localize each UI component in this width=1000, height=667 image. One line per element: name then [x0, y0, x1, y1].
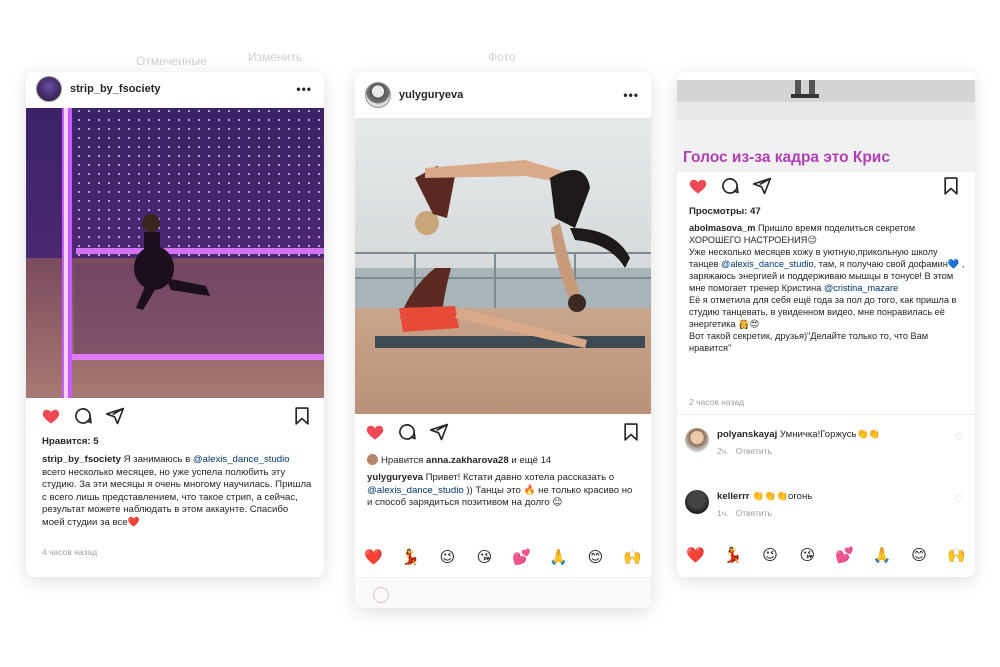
caption-username[interactable]: yulyguryeva [367, 472, 423, 483]
liked-by-text: Нравится [381, 455, 426, 466]
post-caption: abolmasova_m Пришло время поделиться сек… [689, 222, 965, 354]
reaction-dancer[interactable]: 💃 [722, 546, 744, 564]
avatar[interactable] [365, 82, 391, 108]
ghost-edit-button: Изменить [248, 50, 303, 64]
yoga-photo-art [355, 118, 651, 414]
share-icon[interactable] [429, 422, 449, 442]
more-options-icon[interactable]: ••• [296, 82, 312, 96]
comment-username[interactable]: kellerrr [717, 491, 750, 502]
post-photo[interactable] [26, 108, 324, 398]
bookmark-icon[interactable] [621, 422, 641, 442]
post-photo[interactable] [355, 118, 651, 414]
bookmark-icon[interactable] [941, 176, 961, 196]
liked-by-text: и ещё 14 [508, 455, 552, 466]
comment-like-icon[interactable]: ♡ [954, 494, 963, 505]
ghost-title-middle: Фото [488, 50, 516, 64]
like-heart-icon[interactable] [688, 176, 708, 196]
post-card-left: strip_by_fsociety ••• Нравится: 5 strip_… [26, 72, 324, 577]
post-username[interactable]: yulyguryeva [399, 89, 623, 101]
caption-text: Привет! Кстати давно хотела рассказать о [423, 472, 615, 483]
reaction-wink[interactable]: 😉 [437, 548, 459, 566]
caption-text: Вот такой секретик, друзья)"Делайте толь… [689, 331, 929, 353]
ghost-title-left: Отмеченные [136, 54, 207, 68]
comment-age: 1ч. [717, 508, 729, 518]
comment-body: polyanskayaj Умничка!Горжусь👏👏 2ч. Ответ… [717, 428, 937, 458]
comment-avatar[interactable] [685, 428, 709, 452]
liked-by[interactable]: Нравится anna.zakharova28 и ещё 14 [367, 454, 647, 468]
reaction-pray[interactable]: 🙏 [548, 548, 570, 566]
post-card-right: Голос из-за кадра это Крис Просмотры: 47… [677, 72, 975, 577]
divider [677, 414, 975, 415]
comment-meta: 1ч. Ответить [717, 507, 937, 520]
reaction-heart[interactable]: ❤️ [685, 546, 707, 564]
caption-username[interactable]: strip_by_fsociety [42, 454, 121, 465]
caption-mention[interactable]: @alexis_dance_studio [193, 454, 290, 465]
reaction-wink[interactable]: 😉 [759, 546, 781, 564]
like-heart-icon[interactable] [365, 422, 385, 442]
reply-button[interactable]: Ответить [736, 446, 772, 456]
reaction-kiss[interactable]: 😘 [474, 548, 496, 566]
comment-like-icon[interactable]: ♡ [954, 432, 963, 443]
comment-meta: 2ч. Ответить [717, 445, 937, 458]
post-header: yulyguryeva ••• [355, 80, 651, 110]
post-card-middle: yulyguryeva ••• Нравится anna.zakharova2… [355, 72, 651, 608]
liked-by-avatar [367, 454, 378, 465]
post-timestamp: 4 часов назад [42, 547, 98, 557]
action-bar [355, 422, 651, 446]
comment-icon[interactable] [73, 406, 93, 426]
caption-text: Её я отметила для себя ещё года за пол д… [689, 295, 957, 329]
comment-avatar[interactable] [685, 490, 709, 514]
post-caption: yulyguryeva Привет! Кстати давно хотела … [367, 472, 639, 510]
share-icon[interactable] [752, 176, 772, 196]
reaction-smile[interactable]: 😊 [585, 548, 607, 566]
view-count[interactable]: Просмотры: 47 [689, 206, 761, 219]
reaction-smile[interactable]: 😊 [908, 546, 930, 564]
more-options-icon[interactable]: ••• [623, 88, 639, 102]
reaction-dancer[interactable]: 💃 [400, 548, 422, 566]
post-header: strip_by_fsociety ••• [26, 74, 324, 104]
action-bar [677, 176, 975, 200]
caption-mention[interactable]: @alexis_dance_studio [721, 259, 814, 269]
action-bar [26, 406, 324, 430]
comment-age: 2ч. [717, 446, 729, 456]
avatar[interactable] [36, 76, 62, 102]
comment-item: kellerrr 👏👏👏огонь 1ч. Ответить ♡ [685, 490, 967, 534]
caption-text: Я занимаюсь в [120, 454, 193, 465]
quick-reaction-bar: ❤️ 💃 😉 😘 💕 🙏 😊 🙌 [355, 544, 651, 570]
comment-input-bar[interactable] [355, 577, 651, 608]
share-icon[interactable] [105, 406, 125, 426]
caption-text: всего несколько месяцев, но уже успела п… [42, 466, 312, 528]
like-heart-icon[interactable] [41, 406, 61, 426]
reaction-hearts[interactable]: 💕 [511, 548, 533, 566]
reaction-kiss[interactable]: 😘 [796, 546, 818, 564]
reaction-raised-hands[interactable]: 🙌 [945, 546, 967, 564]
reaction-heart[interactable]: ❤️ [363, 548, 385, 566]
comment-icon[interactable] [397, 422, 417, 442]
reply-button[interactable]: Ответить [736, 508, 772, 518]
comment-body: kellerrr 👏👏👏огонь 1ч. Ответить [717, 490, 937, 520]
caption-mention[interactable]: @alexis_dance_studio [367, 485, 464, 496]
reaction-raised-hands[interactable]: 🙌 [622, 548, 644, 566]
liked-by-username[interactable]: anna.zakharova28 [426, 455, 509, 466]
comment-username[interactable]: polyanskayaj [717, 429, 777, 440]
post-username[interactable]: strip_by_fsociety [70, 83, 296, 95]
reaction-hearts[interactable]: 💕 [834, 546, 856, 564]
reaction-pray[interactable]: 🙏 [871, 546, 893, 564]
studio-photo-art [26, 108, 324, 398]
caption-mention[interactable]: @cristina_mazare [824, 283, 898, 293]
bookmark-icon[interactable] [292, 406, 312, 426]
comment-icon[interactable] [720, 176, 740, 196]
post-caption: strip_by_fsociety Я занимаюсь в @alexis_… [42, 454, 312, 530]
comment-item: polyanskayaj Умничка!Горжусь👏👏 2ч. Ответ… [685, 428, 967, 472]
comment-text: 👏👏👏огонь [749, 491, 813, 502]
caption-username[interactable]: abolmasova_m [689, 223, 755, 233]
video-overlay-text: Голос из-за кадра это Крис [683, 149, 890, 166]
comment-input-avatar [373, 587, 389, 603]
comment-text: Умничка!Горжусь👏👏 [777, 429, 881, 440]
like-count[interactable]: Нравится: 5 [42, 436, 99, 449]
post-timestamp: 2 часов назад [689, 397, 745, 407]
quick-reaction-bar: ❤️ 💃 😉 😘 💕 🙏 😊 🙌 [677, 542, 975, 568]
